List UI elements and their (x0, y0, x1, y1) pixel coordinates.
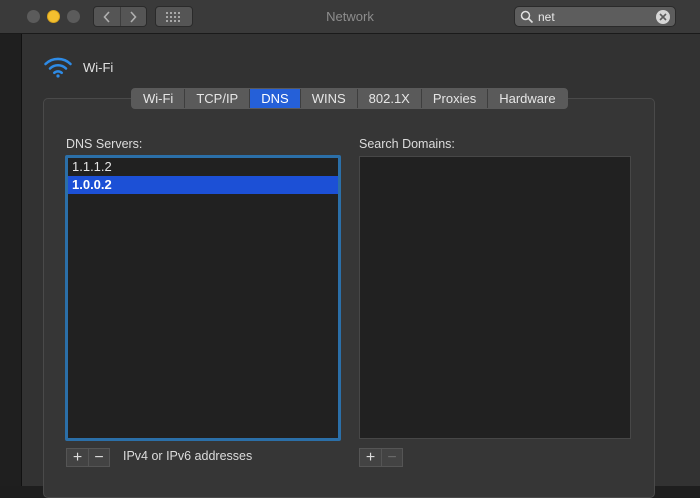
search-input[interactable]: net (538, 10, 555, 24)
search-domains-list[interactable] (359, 156, 631, 439)
tab-wins[interactable]: WINS (299, 89, 357, 108)
domain-add-remove-buttons: + − (359, 448, 403, 467)
wifi-icon (44, 57, 72, 78)
tab-hardware[interactable]: Hardware (487, 89, 567, 108)
interface-header: Wi-Fi (43, 56, 113, 78)
dns-servers-list[interactable]: 1.1.1.2 1.0.0.2 (65, 155, 341, 441)
tab-proxies[interactable]: Proxies (420, 89, 488, 108)
dns-hint-text: IPv4 or IPv6 addresses (123, 449, 253, 463)
clear-search-icon[interactable] (656, 10, 670, 24)
tab-wifi[interactable]: Wi-Fi (132, 89, 185, 108)
interface-label: Wi-Fi (83, 59, 114, 75)
dns-add-remove-buttons: + − (66, 448, 110, 467)
remove-dns-server-button[interactable]: − (88, 449, 109, 466)
background-window-edge (0, 0, 22, 486)
tab-bar: Wi-Fi TCP/IP DNS WINS 802.1X Proxies Har… (131, 88, 568, 109)
add-dns-server-button[interactable]: + (67, 449, 88, 466)
dns-server-row-selected[interactable]: 1.0.0.2 (68, 176, 338, 194)
search-icon (520, 10, 534, 24)
tab-8021x[interactable]: 802.1X (356, 89, 421, 108)
network-window: Network net Wi-Fi Wi-Fi TCP/IP DNS WINS … (0, 0, 700, 498)
remove-search-domain-button[interactable]: − (381, 449, 402, 466)
dns-servers-label: DNS Servers: (66, 137, 143, 151)
tab-dns[interactable]: DNS (249, 89, 300, 108)
dns-server-row[interactable]: 1.1.1.2 (68, 158, 338, 176)
search-domains-label: Search Domains: (359, 137, 455, 151)
titlebar: Network net (0, 0, 700, 34)
search-field[interactable]: net (514, 6, 676, 27)
add-search-domain-button[interactable]: + (360, 449, 381, 466)
tab-tcpip[interactable]: TCP/IP (184, 89, 250, 108)
